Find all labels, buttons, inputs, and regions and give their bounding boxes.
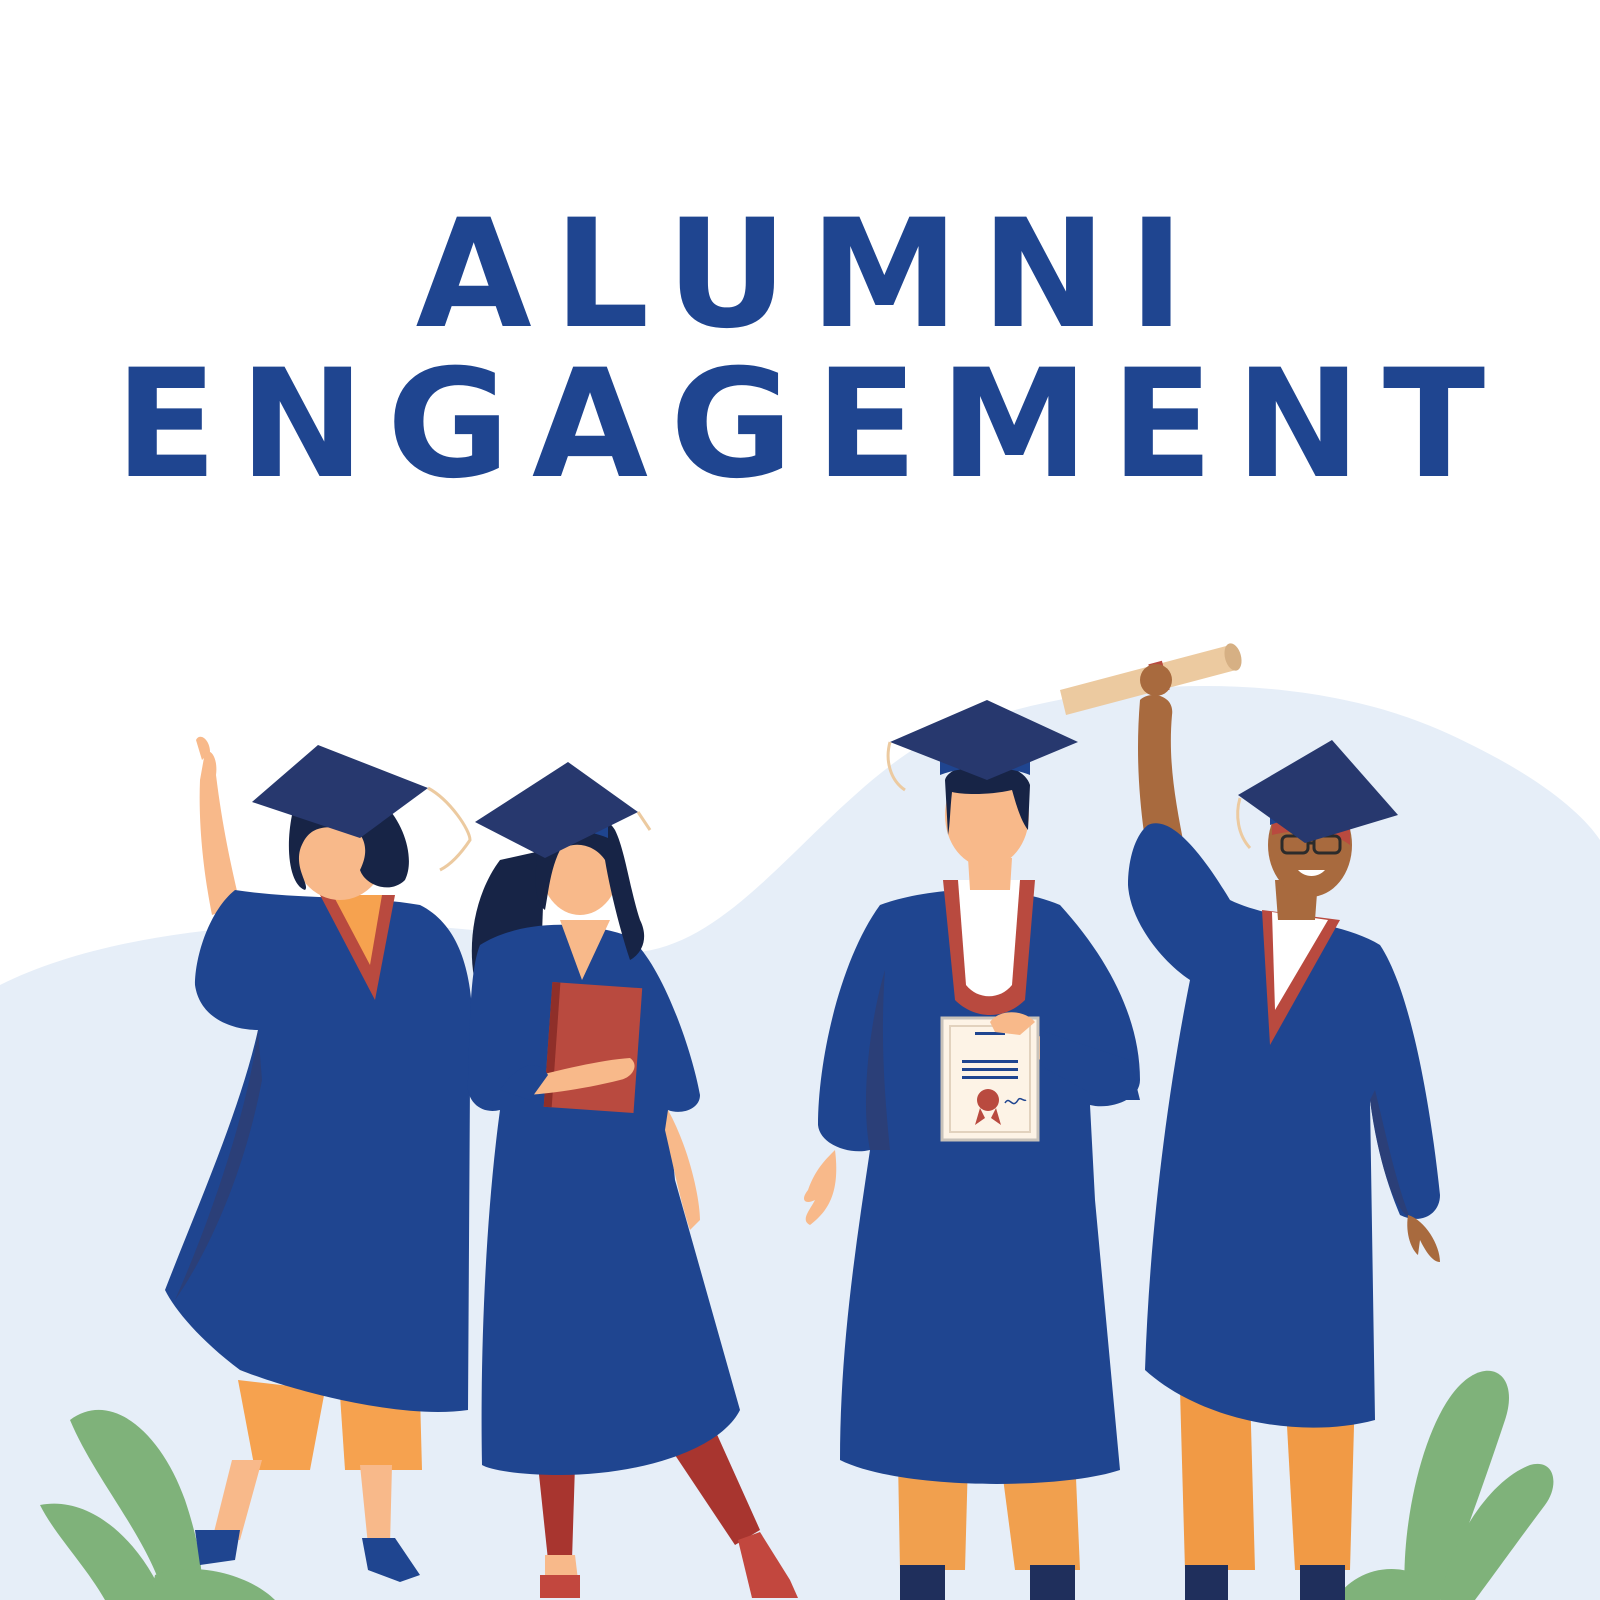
title-line-2: ENGAGEMENT [114, 338, 1508, 512]
certificate-icon [940, 1016, 1040, 1142]
alumni-poster: ALUMNI ENGAGEMENT [0, 0, 1600, 1600]
book-icon [543, 982, 643, 1113]
title-line-1: ALUMNI [415, 188, 1207, 362]
page-title: ALUMNI ENGAGEMENT [0, 200, 1600, 500]
graduation-cap-icon [475, 762, 652, 858]
